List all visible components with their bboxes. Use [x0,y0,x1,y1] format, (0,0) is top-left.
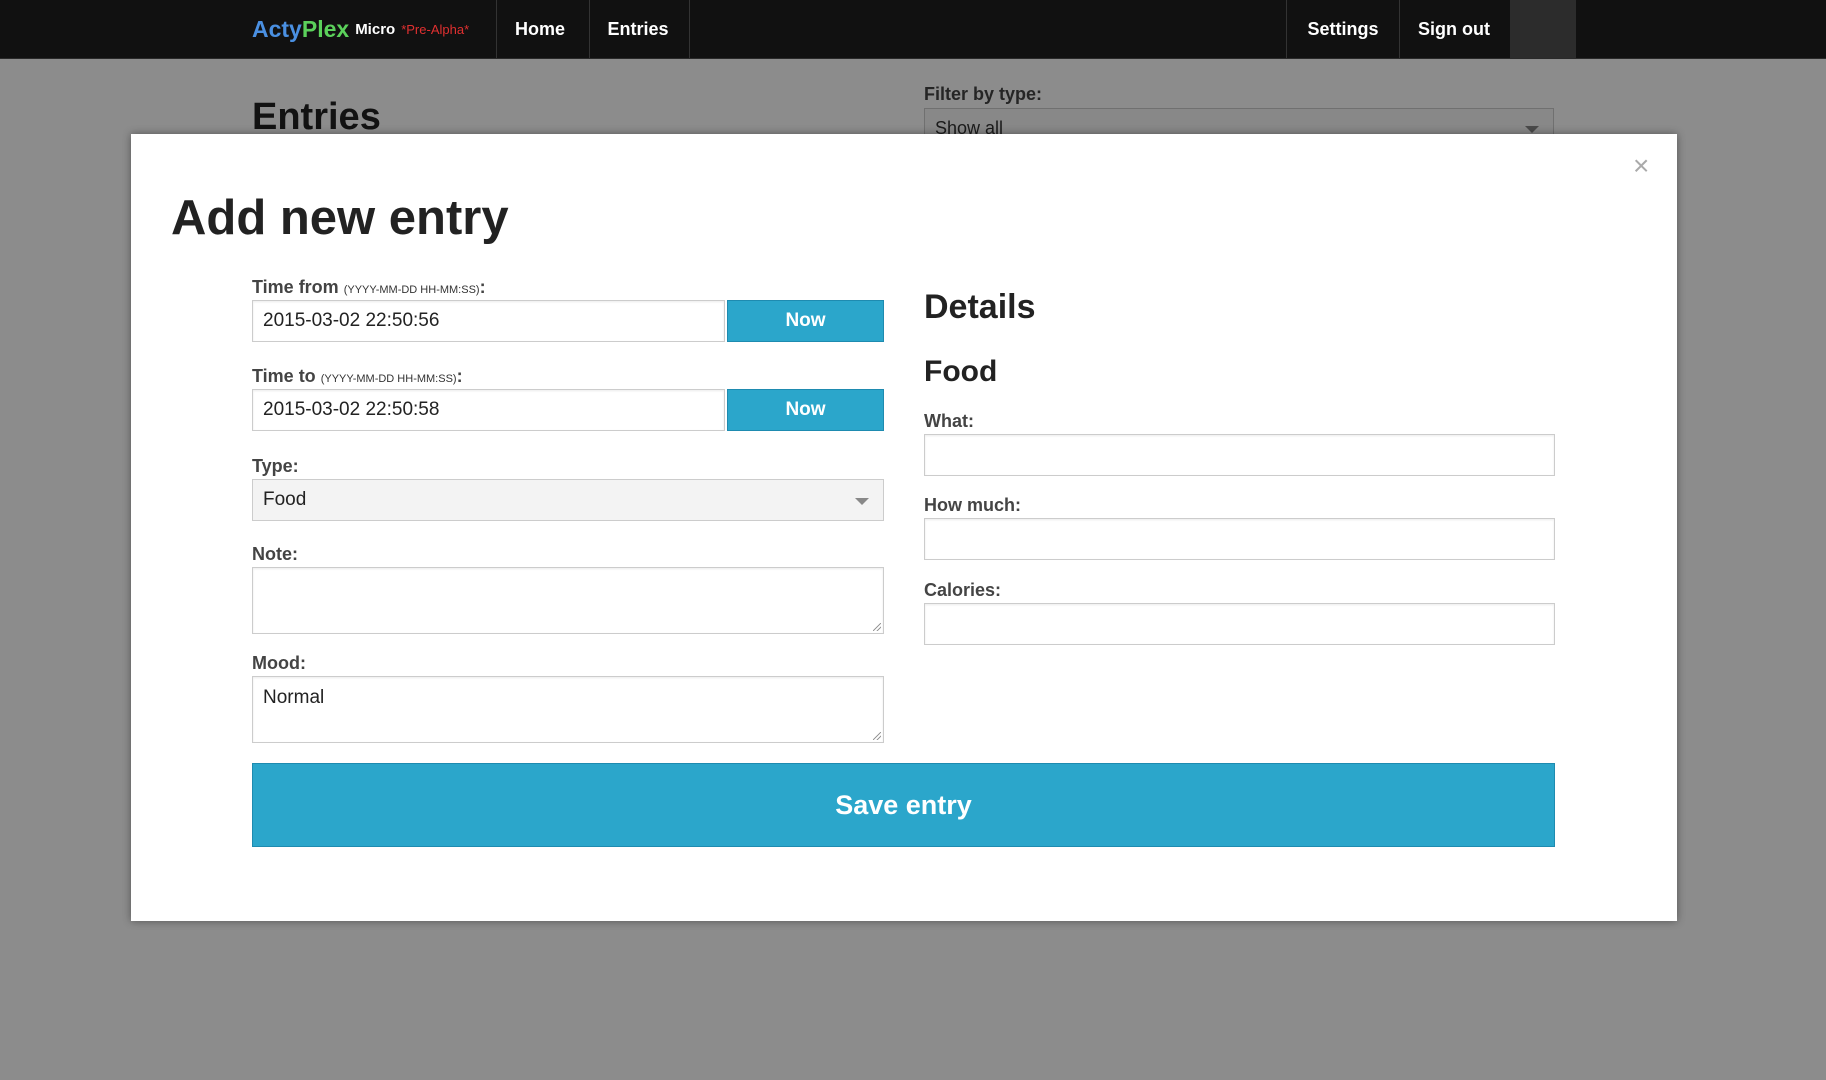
details-heading: Details [924,288,1036,326]
save-entry-button[interactable]: Save entry [252,763,1555,847]
top-navbar: Acty Plex Micro *Pre-Alpha* Home Entries … [0,0,1826,59]
nav-settings[interactable]: Settings [1288,0,1398,58]
nav-home[interactable]: Home [497,0,583,58]
chevron-down-icon [855,498,869,505]
time-from-input[interactable]: 2015-03-02 22:50:56 [252,300,725,342]
mood-textarea[interactable]: Normal [252,676,884,743]
time-to-label-text: Time to [252,366,316,386]
time-from-label: Time from (YYYY-MM-DD HH-MM:SS): [252,277,486,298]
what-label: What: [924,411,974,431]
time-to-now-button[interactable]: Now [727,389,884,431]
time-to-input[interactable]: 2015-03-02 22:50:58 [252,389,725,431]
mood-value: Normal [263,687,325,708]
time-from-now-button[interactable]: Now [727,300,884,342]
calories-input[interactable] [924,603,1555,645]
what-input[interactable] [924,434,1555,476]
add-entry-modal: × Add new entry Time from (YYYY-MM-DD HH… [131,134,1677,921]
time-to-label-colon: : [456,366,463,386]
how-much-input[interactable] [924,518,1555,560]
brand-name-part2: Plex [301,15,350,42]
resize-handle-icon[interactable] [873,732,881,740]
how-much-label: How much: [924,495,1021,515]
brand-edition: Micro [355,20,396,38]
close-icon[interactable]: × [1633,152,1649,180]
time-to-label: Time to (YYYY-MM-DD HH-MM:SS): [252,366,463,387]
brand-stage: *Pre-Alpha* [401,21,470,37]
time-to-format-hint: (YYYY-MM-DD HH-MM:SS) [320,373,457,385]
brand-logo[interactable]: Acty Plex Micro *Pre-Alpha* [252,0,469,58]
note-textarea[interactable] [252,567,884,634]
nav-entries[interactable]: Entries [590,0,686,58]
details-type-heading: Food [924,355,998,388]
modal-title: Add new entry [171,191,509,245]
nav-blank-item[interactable] [1510,0,1576,58]
time-from-label-text: Time from [252,277,339,297]
time-from-label-colon: : [479,277,486,297]
nav-divider [689,0,690,58]
type-label: Type: [252,456,299,476]
nav-sign-out[interactable]: Sign out [1400,0,1508,58]
type-select[interactable]: Food [252,479,884,521]
calories-label: Calories: [924,580,1002,600]
note-label: Note: [252,544,298,564]
nav-divider [1286,0,1287,58]
type-select-value: Food [263,489,307,510]
time-from-format-hint: (YYYY-MM-DD HH-MM:SS) [343,284,480,296]
resize-handle-icon[interactable] [873,623,881,631]
brand-name-part1: Acty [252,15,302,42]
mood-label: Mood: [252,653,306,673]
